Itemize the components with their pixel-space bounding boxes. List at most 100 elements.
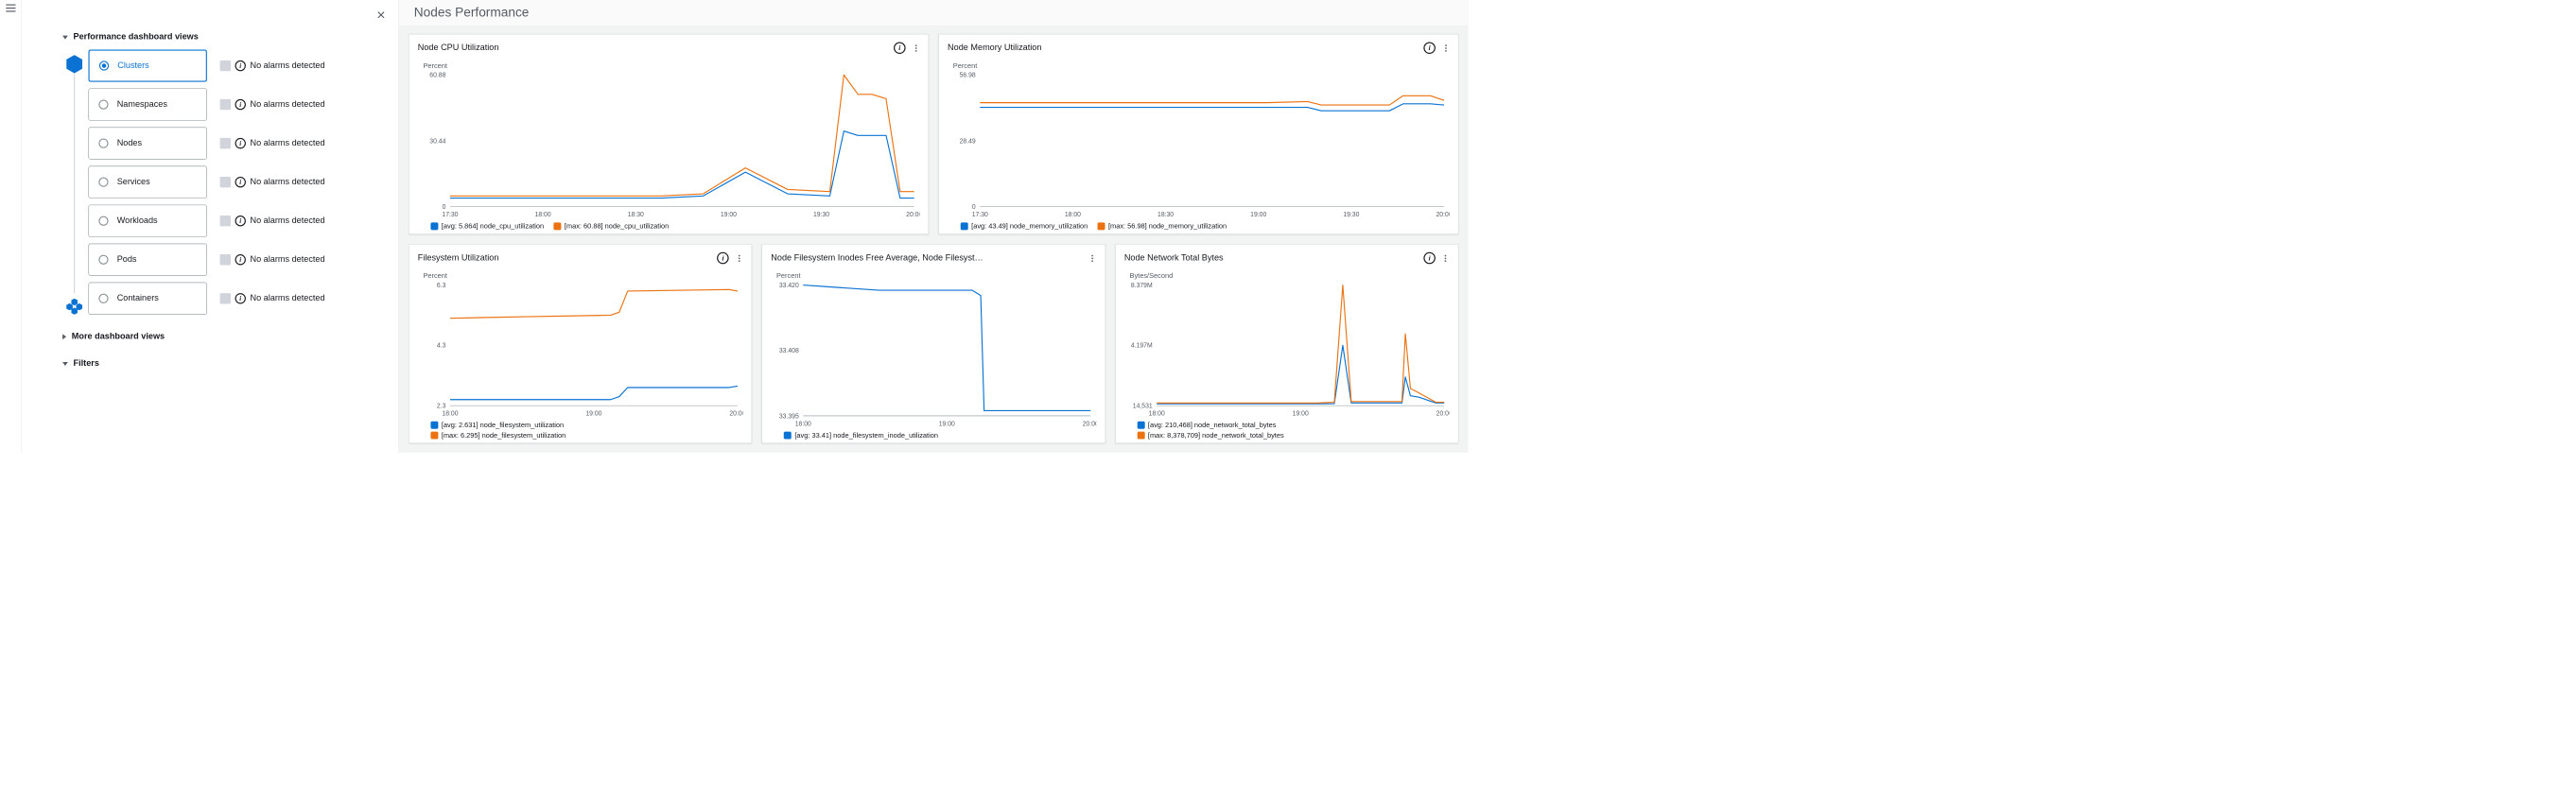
alarm-text: No alarms detected [250,138,324,147]
section-filters-header[interactable]: Filters [62,359,388,369]
info-icon[interactable]: i [235,99,246,110]
kebab-menu-icon[interactable] [1442,252,1450,265]
info-icon[interactable]: i [235,138,246,148]
svg-text:0: 0 [443,204,446,211]
widget-title: Node Network Total Bytes [1124,253,1418,263]
swatch-orange-icon [553,222,561,230]
legend: [avg: 2.631] node_filesystem_utilization… [430,421,742,439]
view-list: Clusters i No alarms detected Namespaces [88,49,387,314]
y-axis-unit: Percent [776,271,1096,280]
alarm-status: i No alarms detected [220,60,325,71]
legend-text: [max: 56.98] node_memory_utilization [1108,222,1227,231]
legend-text: [max: 6.295] node_filesystem_utilization [442,431,566,440]
sidebar: × Performance dashboard views Clusters [22,0,399,453]
info-icon[interactable]: i [235,293,246,303]
chart-cpu: 60.8830.44017:3018:0018:3019:0019:3020:0… [418,72,920,219]
radio-icon [98,216,108,226]
kebab-menu-icon[interactable] [736,252,743,265]
swatch-blue-icon [961,222,968,230]
pill-pods[interactable]: Pods [88,244,206,276]
alarm-box-icon [220,254,231,265]
legend: [avg: 210,468] node_network_total_bytes … [1138,421,1450,439]
svg-text:17:30: 17:30 [972,212,988,218]
svg-text:18:30: 18:30 [628,212,644,218]
pill-label: Services [117,178,150,187]
pill-services[interactable]: Services [88,166,206,198]
alarm-status: i No alarms detected [220,99,325,110]
alarm-box-icon [220,99,231,110]
svg-text:19:00: 19:00 [1292,410,1308,417]
radio-icon [98,255,108,265]
widget-title: Node CPU Utilization [418,43,887,53]
y-axis-unit: Percent [953,61,1450,70]
legend: [avg: 33.41] node_filesystem_inode_utili… [784,431,1096,440]
svg-text:19:00: 19:00 [721,212,737,218]
widget-title: Node Filesystem Inodes Free Average, Nod… [771,253,1082,263]
widget-network: Node Network Total Bytes i Bytes/Second … [1115,244,1458,443]
legend: [avg: 5.864] node_cpu_utilization [max: … [430,222,919,231]
pill-nodes[interactable]: Nodes [88,128,206,160]
y-axis-unit: Percent [423,271,742,280]
sidebar-item-services: Services i No alarms detected [88,166,387,198]
section-perf-views-header[interactable]: Performance dashboard views [62,32,388,42]
pill-label: Namespaces [117,99,167,109]
svg-text:20:00: 20:00 [1436,212,1449,218]
sidebar-item-workloads: Workloads i No alarms detected [88,205,387,237]
swatch-orange-icon [1098,222,1105,230]
radio-icon [98,138,108,147]
section-more-views-header[interactable]: More dashboard views [62,332,388,341]
swatch-orange-icon [1138,431,1145,439]
info-icon[interactable]: i [235,216,246,226]
pill-clusters[interactable]: Clusters [88,49,206,81]
svg-text:33.395: 33.395 [779,413,799,420]
widget-filesystem: Filesystem Utilization i Percent 6.34.32… [409,244,752,443]
radio-icon [99,60,109,70]
kebab-menu-icon[interactable] [912,42,919,54]
legend-text: [max: 60.88] node_cpu_utilization [565,222,669,231]
pill-label: Nodes [117,138,142,147]
svg-text:60.88: 60.88 [429,73,445,79]
pill-label: Pods [117,255,137,265]
svg-text:18:00: 18:00 [535,212,551,218]
svg-text:18:00: 18:00 [795,421,811,427]
pill-workloads[interactable]: Workloads [88,205,206,237]
info-icon[interactable]: i [235,60,246,71]
svg-text:19:30: 19:30 [813,212,829,218]
pill-label: Workloads [117,216,158,226]
swatch-orange-icon [430,431,438,439]
svg-text:18:00: 18:00 [1065,212,1081,218]
info-icon[interactable]: i [235,254,246,265]
svg-text:20:00: 20:00 [729,410,742,417]
info-icon[interactable]: i [1423,252,1436,265]
legend: [avg: 43.49] node_memory_utilization [ma… [961,222,1450,231]
info-icon[interactable]: i [1423,42,1436,54]
widget-cpu: Node CPU Utilization i Percent 60.8830.4… [409,34,929,234]
info-icon[interactable]: i [235,177,246,187]
section-perf-views-label: Performance dashboard views [74,32,199,42]
svg-text:20:00: 20:00 [1083,421,1096,427]
svg-text:18:00: 18:00 [1148,410,1164,417]
close-icon[interactable]: × [376,7,385,24]
sidebar-item-clusters: Clusters i No alarms detected [88,49,387,81]
alarm-text: No alarms detected [250,294,324,303]
kebab-menu-icon[interactable] [1442,42,1450,54]
alarm-text: No alarms detected [250,99,324,109]
pill-namespaces[interactable]: Namespaces [88,88,206,120]
widget-memory: Node Memory Utilization i Percent 56.982… [938,34,1458,234]
sidebar-item-containers: Containers i No alarms detected [88,283,387,315]
widget-inodes: Node Filesystem Inodes Free Average, Nod… [762,244,1105,443]
info-icon[interactable]: i [717,252,729,265]
kebab-menu-icon[interactable] [1088,252,1096,265]
info-icon[interactable]: i [894,42,906,54]
svg-text:19:00: 19:00 [1250,212,1266,218]
chart-fs: 6.34.32.318:0019:0020:00 [418,282,743,418]
alarm-box-icon [220,60,231,71]
nav-rail [0,0,22,453]
pill-containers[interactable]: Containers [88,283,206,315]
cluster-hex-icon [66,55,82,73]
hamburger-icon[interactable] [6,5,15,12]
legend-text: [avg: 43.49] node_memory_utilization [971,222,1088,231]
svg-text:20:00: 20:00 [1436,410,1449,417]
swatch-blue-icon [784,431,792,439]
chevron-down-icon [62,362,68,366]
